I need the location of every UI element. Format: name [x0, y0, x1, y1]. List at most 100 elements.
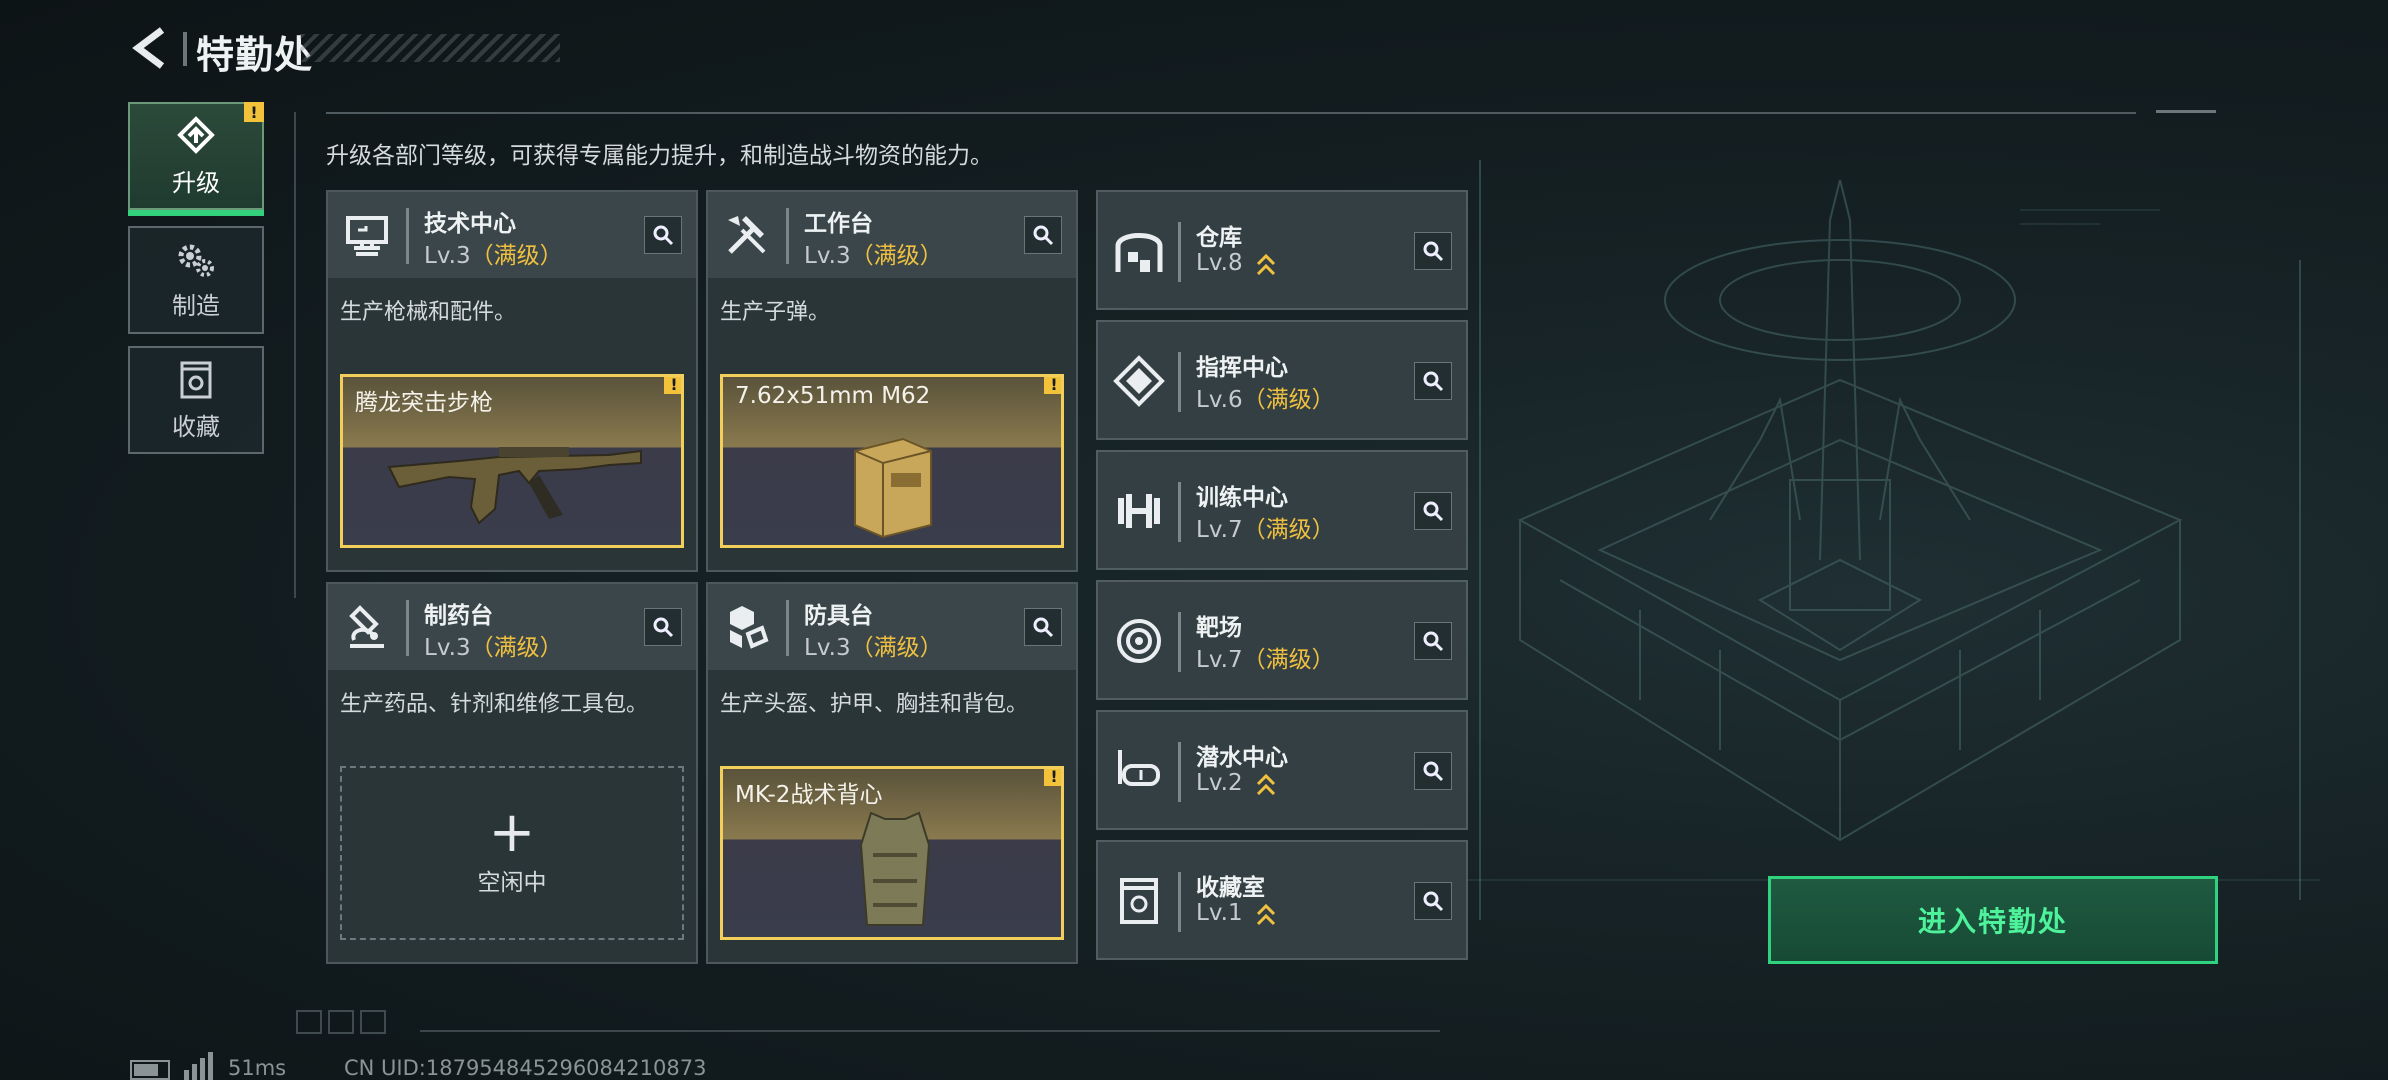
inspect-button[interactable]	[644, 216, 682, 254]
card-description: 生产枪械和配件。	[340, 300, 517, 325]
workbench-icon	[728, 216, 766, 254]
facility-command-center[interactable]: 指挥中心 Lv.6（满级）	[1096, 320, 1468, 440]
card-armor-bench[interactable]: 防具台 Lv.3（满级） 生产头盔、护甲、胸挂和背包。 MK-2战术背心 !	[706, 582, 1078, 964]
warehouse-icon	[1115, 233, 1163, 272]
slot-item-name: 腾龙突击步枪	[355, 390, 493, 416]
facility-level: Lv.7（满级）	[1196, 647, 1335, 673]
alert-badge: !	[1044, 377, 1061, 394]
alert-badge: !	[244, 102, 264, 122]
enter-special-ops-button[interactable]: 进入特勤处	[1768, 876, 2218, 964]
facility-name: 仓库	[1196, 225, 1242, 251]
tactical-vest-image	[859, 811, 931, 926]
command-center-icon	[1113, 355, 1165, 407]
tech-center-icon	[346, 216, 388, 256]
inspect-button[interactable]	[1414, 362, 1452, 400]
production-slot[interactable]: 7.62x51mm M62 !	[720, 374, 1064, 548]
hq-building-illustration	[1460, 160, 2320, 920]
card-separator	[1178, 612, 1181, 672]
card-header: 技术中心 Lv.3（满级）	[328, 192, 696, 278]
tab-label: 制造	[172, 291, 220, 320]
card-separator	[1178, 872, 1181, 932]
decoration-box	[296, 1010, 322, 1034]
facility-diving-center[interactable]: 潜水中心 Lv.2	[1096, 710, 1468, 830]
title-hatch-decoration	[300, 34, 560, 62]
inspect-button[interactable]	[1414, 492, 1452, 530]
card-tech-center[interactable]: 技术中心 Lv.3（满级） 生产枪械和配件。 腾龙突击步枪 !	[326, 190, 698, 572]
facility-level: Lv.2	[1196, 770, 1276, 796]
search-icon	[1423, 891, 1444, 912]
card-level: Lv.3（满级）	[804, 243, 943, 269]
production-slot[interactable]: 腾龙突击步枪 !	[340, 374, 684, 548]
card-separator	[786, 600, 789, 656]
page-title: 特勤处	[196, 33, 314, 77]
upgrade-available-icon	[1256, 253, 1275, 275]
search-icon	[653, 225, 674, 246]
card-title: 制药台	[424, 603, 493, 629]
pharmacy-icon	[349, 605, 384, 648]
gears-icon	[178, 244, 214, 277]
inspect-button[interactable]	[1414, 752, 1452, 790]
facility-level: Lv.8	[1196, 250, 1276, 276]
card-level: Lv.3（满级）	[804, 635, 943, 661]
dumbbell-icon	[1118, 494, 1160, 528]
divider-line	[2156, 110, 2216, 113]
target-icon	[1117, 619, 1161, 663]
card-header: 制药台 Lv.3（满级）	[328, 584, 696, 670]
search-icon	[1033, 617, 1054, 638]
search-icon	[1033, 225, 1054, 246]
facility-training-center[interactable]: 训练中心 Lv.7（满级）	[1096, 450, 1468, 570]
idle-slot[interactable]: + 空闲中	[340, 766, 684, 940]
tab-upgrade[interactable]: 升级 !	[128, 102, 264, 216]
card-level: Lv.3（满级）	[424, 635, 563, 661]
collection-room-icon	[1120, 878, 1158, 924]
facility-collection-room[interactable]: 收藏室 Lv.1	[1096, 840, 1468, 960]
tab-label: 收藏	[172, 412, 220, 441]
inspect-button[interactable]	[1414, 232, 1452, 270]
user-uid: CN UID:1879548452960842108​73	[344, 1056, 707, 1080]
card-separator	[1178, 222, 1181, 282]
upgrade-available-icon	[1256, 903, 1275, 925]
facility-shooting-range[interactable]: 靶场 Lv.7（满级）	[1096, 580, 1468, 700]
card-description: 生产药品、针剂和维修工具包。	[340, 692, 649, 717]
assault-rifle-image	[387, 447, 642, 525]
card-title: 技术中心	[424, 211, 516, 237]
card-header: 工作台 Lv.3（满级）	[708, 192, 1076, 278]
back-chevron-icon[interactable]	[128, 26, 172, 70]
inspect-button[interactable]	[1414, 622, 1452, 660]
facility-name: 收藏室	[1196, 875, 1265, 901]
slot-item-name: MK-2战术背心	[735, 782, 883, 808]
inspect-button[interactable]	[644, 608, 682, 646]
tab-label: 升级	[172, 168, 220, 197]
ping-readout: 51ms	[228, 1056, 287, 1080]
armor-bench-icon	[730, 606, 769, 649]
decoration-box	[360, 1010, 386, 1034]
signal-icon	[184, 1052, 213, 1080]
upgrade-available-icon	[1256, 773, 1275, 795]
battery-icon	[130, 1060, 170, 1080]
search-icon	[1423, 371, 1444, 392]
card-separator	[786, 208, 789, 264]
collection-icon	[180, 361, 212, 398]
facility-level: Lv.6（满级）	[1196, 387, 1335, 413]
card-separator	[406, 208, 409, 264]
card-separator	[406, 600, 409, 656]
inspect-button[interactable]	[1414, 882, 1452, 920]
card-workbench[interactable]: 工作台 Lv.3（满级） 生产子弹。 7.62x51mm M62 !	[706, 190, 1078, 572]
add-icon: +	[488, 800, 536, 865]
facility-name: 训练中心	[1196, 485, 1288, 511]
divider-line	[326, 112, 2136, 114]
card-separator	[1178, 352, 1181, 412]
card-description: 生产子弹。	[720, 300, 831, 325]
search-icon	[653, 617, 674, 638]
card-header: 防具台 Lv.3（满级）	[708, 584, 1076, 670]
production-slot[interactable]: MK-2战术背心 !	[720, 766, 1064, 940]
card-pharmacy[interactable]: 制药台 Lv.3（满级） 生产药品、针剂和维修工具包。 + 空闲中	[326, 582, 698, 964]
inspect-button[interactable]	[1024, 608, 1062, 646]
facility-level: Lv.7（满级）	[1196, 517, 1335, 543]
tab-collection[interactable]: 收藏	[128, 346, 264, 454]
inspect-button[interactable]	[1024, 216, 1062, 254]
tab-craft[interactable]: 制造	[128, 226, 264, 334]
decoration-boxes	[296, 1010, 392, 1034]
facility-warehouse[interactable]: 仓库 Lv.8	[1096, 190, 1468, 310]
divider-line	[420, 1030, 1440, 1032]
